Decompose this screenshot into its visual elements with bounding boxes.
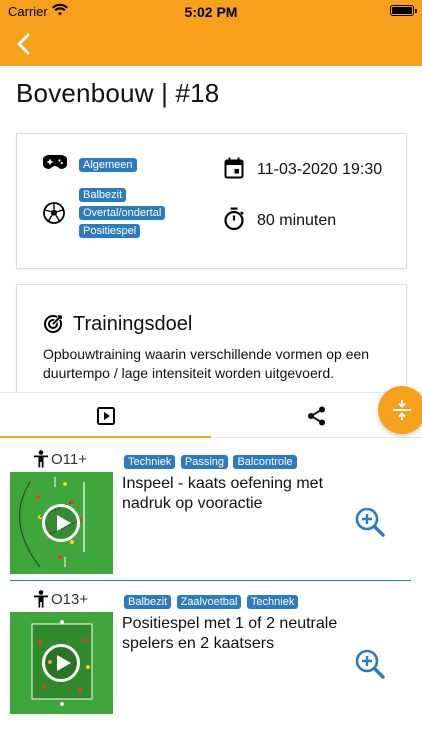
active-tab-indicator xyxy=(0,436,211,438)
theme-tags: Balbezit Overtal/ondertal Positiespel xyxy=(79,188,189,242)
tag: Balcontrole xyxy=(233,455,297,469)
training-info-card: Algemeen Balbezit Overtal/ondertal Posit… xyxy=(16,133,407,269)
back-button[interactable] xyxy=(10,28,40,60)
chevron-left-icon xyxy=(17,33,30,55)
zoom-in-icon[interactable] xyxy=(354,648,386,680)
person-icon xyxy=(34,590,48,608)
calendar-icon xyxy=(224,157,244,179)
age-group: O13+ xyxy=(34,590,88,608)
navigation-bar xyxy=(0,22,422,66)
tag: Algemeen xyxy=(79,158,137,172)
training-goal-card: Trainingsdoel Opbouwtraining waarin vers… xyxy=(16,284,407,394)
goal-description: Opbouwtraining waarin verschillende vorm… xyxy=(43,346,370,381)
category-tags: Algemeen xyxy=(79,155,137,173)
stopwatch-icon xyxy=(224,207,244,231)
collapse-icon xyxy=(393,400,411,420)
content-tab-bar xyxy=(0,392,422,438)
football-icon xyxy=(43,202,65,224)
exercise-video-thumbnail[interactable] xyxy=(10,472,113,574)
exercise-tags: Techniek Passing Balcontrole xyxy=(124,452,298,470)
person-icon xyxy=(34,450,48,468)
exercise-video-thumbnail[interactable] xyxy=(10,612,113,714)
exercise-title: Positiespel met 1 of 2 neutrale spelers … xyxy=(122,615,338,652)
age-label: O13+ xyxy=(51,590,89,608)
age-label: O11+ xyxy=(51,450,87,468)
tag: Zaalvoetbal xyxy=(176,595,242,609)
collapse-button[interactable] xyxy=(378,386,422,434)
play-icon xyxy=(42,504,80,542)
exercise-tags: Balbezit Zaalvoetbal Techniek xyxy=(124,592,299,610)
page-title: Bovenbouw | #18 xyxy=(16,78,220,108)
clock: 5:02 PM xyxy=(184,4,238,20)
list-divider xyxy=(10,580,411,581)
age-group: O11+ xyxy=(34,450,87,468)
battery-icon xyxy=(390,5,417,16)
status-bar: Carrier 5:02 PM xyxy=(0,0,422,22)
training-datetime: 11-03-2020 19:30 xyxy=(257,161,383,178)
video-play-icon xyxy=(96,407,115,425)
tag: Passing xyxy=(180,455,229,469)
gamepad-icon xyxy=(43,155,67,169)
tag: Positiespel xyxy=(79,224,141,238)
tag: Overtal/ondertal xyxy=(79,206,166,220)
training-duration: 80 minuten xyxy=(257,212,337,229)
tag: Techniek xyxy=(124,455,176,469)
zoom-in-icon[interactable] xyxy=(354,506,386,538)
tag: Balbezit xyxy=(79,188,127,202)
share-icon xyxy=(307,406,325,426)
tag: Balbezit xyxy=(124,595,172,609)
exercise-title: Inspeel - kaats oefening met nadruk op v… xyxy=(122,475,324,512)
tab-exercises[interactable] xyxy=(0,393,211,439)
tag: Techniek xyxy=(246,595,299,609)
target-icon xyxy=(44,314,63,333)
play-icon xyxy=(42,644,80,682)
goal-title: Trainingsdoel xyxy=(73,313,193,335)
